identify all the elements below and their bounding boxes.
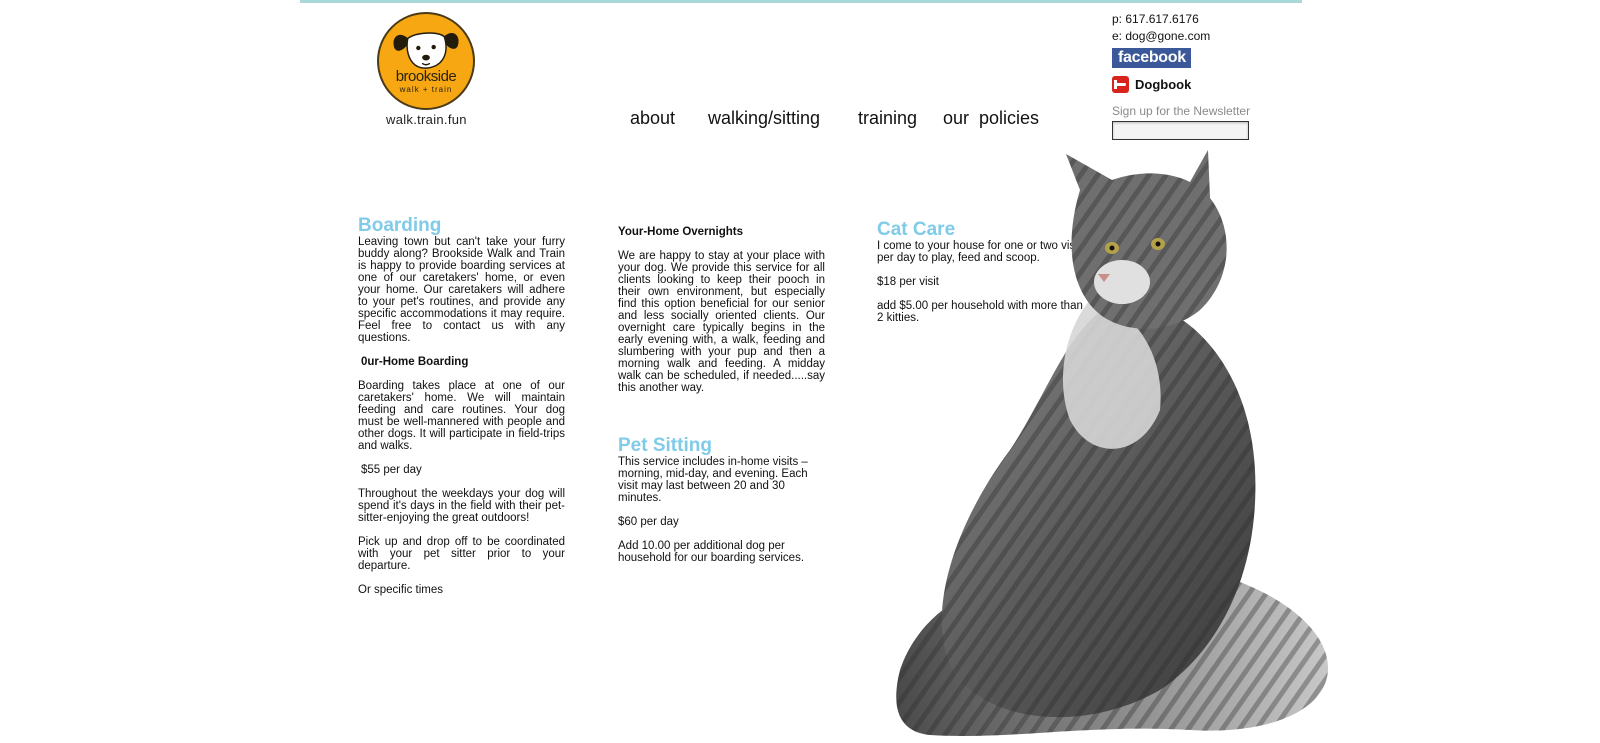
boarding-times: Or specific times [358,584,443,596]
logo-name: brookside [395,68,457,85]
maine-coon-cat-image [896,150,1329,736]
nav-training[interactable]: training [858,108,917,129]
nav-our-policies[interactable]: our policies [943,108,1039,129]
top-accent-bar [300,0,1302,3]
dogbook-link[interactable]: Dogbook [1112,75,1191,93]
boarding-pickup: Pick up and drop off to be coordinated w… [358,536,565,572]
pet-sitting-price: $60 per day [618,516,679,528]
dogbook-bone-icon [1112,75,1129,93]
pet-sitting-section: Pet Sitting This service includes in-hom… [618,436,825,576]
nav-walking-sitting[interactable]: walking/sitting [708,108,820,129]
boarding-description: Boarding takes place at one of our caret… [358,380,565,452]
boarding-weekdays: Throughout the weekdays your dog will sp… [358,488,565,524]
tagline: walk.train.fun [386,112,467,127]
pet-sitting-description: This service includes in-home visits – m… [618,456,808,504]
pet-sitting-heading: Pet Sitting [618,435,712,456]
overnights-section: Your-Home Overnights We are happy to sta… [618,226,825,406]
overnights-description: We are happy to stay at your place with … [618,250,825,394]
boarding-price: $55 per day [361,464,422,476]
nav-about[interactable]: about [630,108,675,129]
boarding-intro: Leaving town but can't take your furry b… [358,236,565,344]
newsletter-label: Sign up for the Newsletter [1112,104,1251,118]
facebook-button[interactable]: facebook [1112,48,1191,68]
boarding-section: Boarding Leaving town but can't take you… [358,216,565,608]
logo-subtitle: walk + train [399,85,453,94]
dogbook-label: Dogbook [1135,76,1192,92]
contact-phone: p: 617.617.6176 [1112,12,1199,26]
our-home-boarding-heading: 0ur-Home Boarding [361,356,469,368]
overnights-heading: Your-Home Overnights [618,226,744,238]
contact-email[interactable]: e: dog@gone.com [1112,29,1210,43]
boarding-heading: Boarding [358,215,442,236]
newsletter-input[interactable] [1112,121,1249,140]
brookside-logo[interactable]: brookside walk + train [377,12,475,110]
pet-sitting-extra: Add 10.00 per additional dog per househo… [618,540,805,564]
